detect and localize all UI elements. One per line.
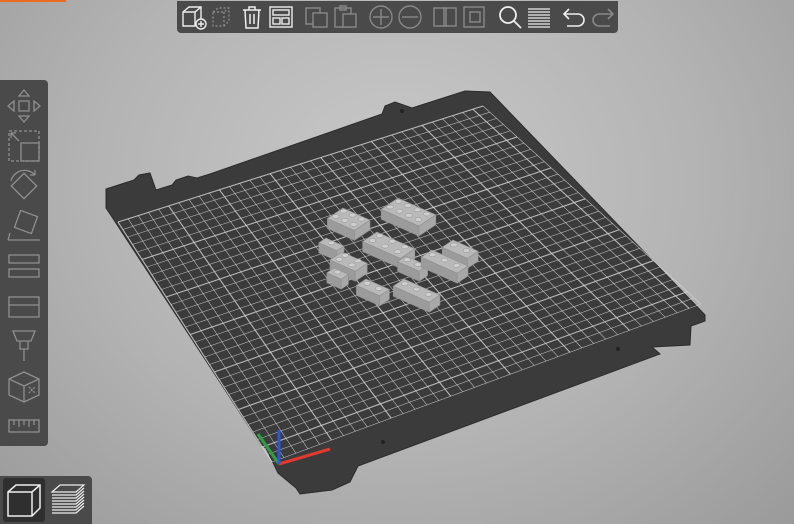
- minus-circle-icon: [398, 5, 422, 29]
- preview-button[interactable]: [47, 478, 89, 522]
- paint-tool[interactable]: [2, 326, 46, 366]
- hollow-tool[interactable]: [2, 286, 46, 326]
- split-objects-button[interactable]: [431, 2, 460, 32]
- trash-icon: [243, 6, 262, 29]
- place-on-face-tool[interactable]: [2, 206, 46, 246]
- 3d-view-button[interactable]: [3, 478, 45, 522]
- rotate-tool[interactable]: [2, 166, 46, 206]
- hollow-icon: [8, 296, 40, 318]
- split-parts-button[interactable]: [460, 2, 489, 32]
- plus-circle-icon: [369, 5, 393, 29]
- arrange-icon: [269, 6, 294, 28]
- scale-icon: [8, 130, 40, 162]
- left-toolbar: [0, 80, 48, 446]
- view-switch: [0, 476, 92, 524]
- split-objects-icon: [433, 7, 458, 27]
- paste-button[interactable]: [331, 2, 360, 32]
- delete-icon: [212, 7, 230, 27]
- undo-icon: [562, 8, 585, 27]
- search-button[interactable]: [495, 2, 524, 32]
- top-toolbar: [177, 1, 618, 33]
- seam-icon: [8, 371, 40, 403]
- redo-button[interactable]: [589, 2, 618, 32]
- delete-all-button[interactable]: [238, 2, 267, 32]
- bed-hole: [381, 440, 385, 444]
- undo-button[interactable]: [559, 2, 588, 32]
- scale-tool[interactable]: [2, 126, 46, 166]
- move-tool[interactable]: [2, 86, 46, 126]
- add-button[interactable]: [179, 2, 208, 32]
- bed-hole: [400, 109, 404, 113]
- cut-tool[interactable]: [2, 246, 46, 286]
- rotate-icon: [10, 169, 38, 200]
- layers-icon: [527, 8, 550, 28]
- bed-hole: [616, 347, 620, 351]
- search-icon: [498, 6, 522, 29]
- add-cube-icon: [181, 6, 207, 30]
- seam-tool[interactable]: [2, 366, 46, 406]
- build-plate-scene[interactable]: [0, 0, 794, 524]
- ruler-icon: [8, 419, 40, 433]
- remove-instance-button[interactable]: [396, 2, 425, 32]
- layer-editing-button[interactable]: [524, 2, 553, 32]
- cube-view-icon: [7, 484, 41, 517]
- cut-icon: [8, 254, 40, 278]
- delete-button[interactable]: [208, 2, 237, 32]
- place-on-face-icon: [7, 209, 40, 241]
- paste-icon: [334, 5, 357, 28]
- move-icon: [6, 88, 42, 124]
- copy-icon: [304, 7, 328, 28]
- layers-preview-icon: [50, 484, 86, 514]
- redo-icon: [592, 8, 615, 27]
- split-parts-icon: [462, 6, 485, 28]
- add-instance-button[interactable]: [366, 2, 395, 32]
- measure-tool[interactable]: [2, 406, 46, 446]
- paint-icon: [12, 330, 36, 361]
- copy-button[interactable]: [302, 2, 331, 32]
- arrange-button[interactable]: [267, 2, 296, 32]
